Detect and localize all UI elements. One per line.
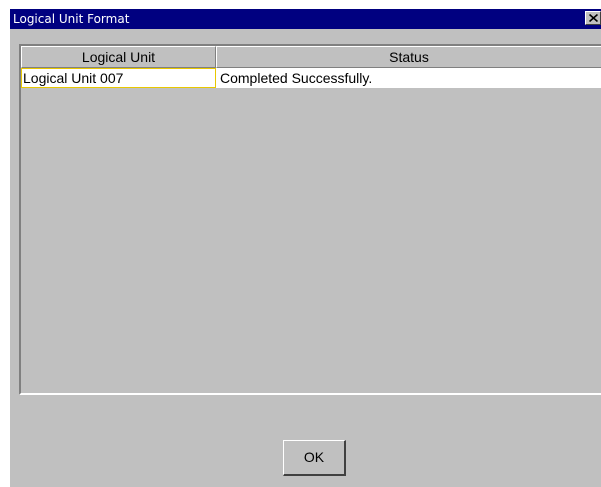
- table-header: Logical Unit Status: [21, 46, 601, 68]
- column-header-status[interactable]: Status: [216, 46, 601, 68]
- results-table: Logical Unit Status Logical Unit 007 Com…: [19, 44, 601, 395]
- title-bar[interactable]: Logical Unit Format: [10, 9, 601, 29]
- ok-button[interactable]: OK: [283, 440, 346, 476]
- close-button[interactable]: [585, 11, 601, 25]
- cell-status[interactable]: Completed Successfully.: [216, 68, 601, 88]
- logical-unit-format-dialog: Logical Unit Format Logical Unit Status …: [9, 8, 601, 487]
- close-icon: [588, 14, 598, 22]
- table-row[interactable]: Logical Unit 007 Completed Successfully.: [21, 68, 601, 88]
- column-header-logical-unit[interactable]: Logical Unit: [21, 46, 216, 68]
- window-title: Logical Unit Format: [13, 12, 130, 26]
- cell-logical-unit[interactable]: Logical Unit 007: [21, 68, 216, 88]
